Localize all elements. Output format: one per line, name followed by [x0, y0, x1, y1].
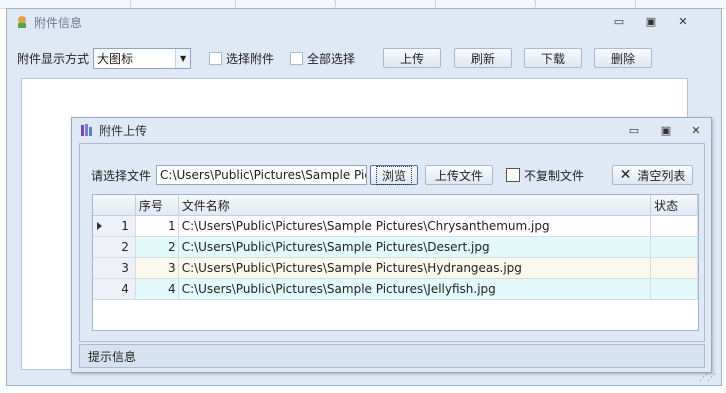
- table-header-row: 序号 文件名称 状态: [93, 195, 698, 216]
- seq-cell[interactable]: 3: [135, 257, 179, 279]
- background-cell: [235, 0, 236, 7]
- file-table: 序号 文件名称 状态 1 1 C:\Users\Public\Pictures\…: [93, 195, 698, 300]
- table-row[interactable]: 4 4 C:\Users\Public\Pictures\Sample Pict…: [93, 278, 698, 300]
- status-bar: 提示信息: [79, 344, 705, 368]
- column-header-status[interactable]: 状态: [650, 195, 698, 216]
- filename-cell[interactable]: C:\Users\Public\Pictures\Sample Pictures…: [178, 236, 652, 258]
- restore-icon: ▣: [645, 14, 657, 28]
- column-header-seq[interactable]: 序号: [135, 195, 179, 216]
- status-cell[interactable]: [650, 236, 698, 258]
- restore-button[interactable]: ▣: [643, 14, 659, 28]
- background-cell: [435, 0, 436, 7]
- app-icon: [18, 16, 26, 28]
- close-icon: ✕: [678, 14, 688, 28]
- restore-icon: ▣: [660, 123, 672, 137]
- select-file-label: 请选择文件: [91, 168, 152, 183]
- checkbox-box[interactable]: [506, 168, 521, 182]
- no-copy-checkbox[interactable]: 不复制文件: [506, 167, 584, 184]
- chevron-down-icon[interactable]: ▼: [175, 48, 191, 68]
- background-cell: [635, 0, 636, 7]
- status-cell[interactable]: [650, 257, 698, 279]
- seq-cell[interactable]: 2: [135, 236, 179, 258]
- upload-app-icon: [81, 124, 92, 136]
- clear-list-button[interactable]: ✕ 清空列表: [612, 165, 694, 185]
- restore-button[interactable]: ▣: [658, 123, 674, 137]
- select-all-label: 全部选择: [307, 51, 356, 66]
- row-header[interactable]: 1: [93, 215, 136, 237]
- current-row-icon: [97, 222, 102, 230]
- minimize-icon: ▭: [613, 14, 625, 28]
- row-number: 2: [121, 240, 129, 254]
- seq-cell[interactable]: 4: [135, 278, 179, 300]
- file-path-input[interactable]: C:\Users\Public\Pictures\Sample Pictures: [156, 165, 368, 185]
- filename-cell[interactable]: C:\Users\Public\Pictures\Sample Pictures…: [178, 278, 652, 300]
- select-all-checkbox[interactable]: 全部选择: [290, 50, 355, 67]
- close-button[interactable]: ✕: [688, 123, 704, 137]
- download-button[interactable]: 下载: [524, 48, 583, 68]
- filename-cell[interactable]: C:\Users\Public\Pictures\Sample Pictures…: [178, 257, 652, 279]
- minimize-button[interactable]: ▭: [611, 14, 627, 28]
- display-mode-label: 附件显示方式: [17, 51, 90, 66]
- row-number: 4: [121, 282, 129, 296]
- refresh-button[interactable]: 刷新: [454, 48, 513, 68]
- minimize-button[interactable]: ▭: [626, 123, 642, 137]
- row-number: 3: [121, 261, 129, 275]
- background-cell: [535, 0, 536, 7]
- inner-titlebar[interactable]: 附件上传: [72, 118, 711, 142]
- row-header[interactable]: 3: [93, 257, 136, 279]
- row-number: 1: [121, 219, 129, 233]
- filename-cell[interactable]: C:\Users\Public\Pictures\Sample Pictures…: [178, 215, 652, 237]
- table-row[interactable]: 1 1 C:\Users\Public\Pictures\Sample Pict…: [93, 215, 698, 237]
- table-row[interactable]: 2 2 C:\Users\Public\Pictures\Sample Pict…: [93, 236, 698, 258]
- clear-list-label: 清空列表: [637, 168, 686, 183]
- table-row[interactable]: 3 3 C:\Users\Public\Pictures\Sample Pict…: [93, 257, 698, 279]
- checkbox-box[interactable]: [290, 51, 304, 65]
- column-header-filename[interactable]: 文件名称: [178, 195, 652, 216]
- status-message: 提示信息: [88, 349, 137, 364]
- browse-button[interactable]: 浏览: [370, 165, 419, 185]
- row-header[interactable]: 2: [93, 236, 136, 258]
- select-attachment-checkbox[interactable]: 选择附件: [209, 50, 274, 67]
- row-indicator-header: [93, 195, 136, 216]
- resize-grip-icon[interactable]: ⋰⋰: [699, 373, 716, 383]
- file-select-row: 请选择文件 C:\Users\Public\Pictures\Sample Pi…: [91, 164, 694, 186]
- upload-panel: 请选择文件 C:\Users\Public\Pictures\Sample Pi…: [79, 143, 705, 342]
- upload-file-button[interactable]: 上传文件: [425, 165, 494, 185]
- no-copy-label: 不复制文件: [524, 168, 585, 183]
- seq-cell[interactable]: 1: [135, 215, 179, 237]
- inner-window-title: 附件上传: [99, 123, 148, 138]
- close-button[interactable]: ✕: [675, 14, 691, 28]
- delete-button[interactable]: 删除: [594, 48, 653, 68]
- file-list-grid[interactable]: 序号 文件名称 状态 1 1 C:\Users\Public\Pictures\…: [92, 194, 699, 331]
- checkbox-box[interactable]: [209, 51, 223, 65]
- display-mode-select[interactable]: 大图标 ▼: [93, 47, 192, 69]
- background-cell: [130, 0, 131, 7]
- row-header[interactable]: 4: [93, 278, 136, 300]
- clear-icon: ✕: [619, 167, 632, 183]
- background-cell: [335, 0, 336, 7]
- close-icon: ✕: [691, 123, 701, 137]
- status-cell[interactable]: [650, 278, 698, 300]
- upload-button[interactable]: 上传: [383, 48, 442, 68]
- outer-toolbar: 附件显示方式 大图标 ▼ 选择附件 全部选择 上传 刷新 下载 删除: [17, 46, 653, 70]
- status-cell[interactable]: [650, 215, 698, 237]
- select-attachment-label: 选择附件: [226, 51, 275, 66]
- outer-window-title: 附件信息: [34, 15, 83, 30]
- attachment-upload-dialog: 附件上传 ▭ ▣ ✕ 请选择文件 C:\Users\Public\Picture…: [71, 117, 712, 373]
- browse-button-label: 浏览: [376, 165, 413, 185]
- minimize-icon: ▭: [628, 123, 640, 137]
- display-mode-value: 大图标: [97, 51, 134, 66]
